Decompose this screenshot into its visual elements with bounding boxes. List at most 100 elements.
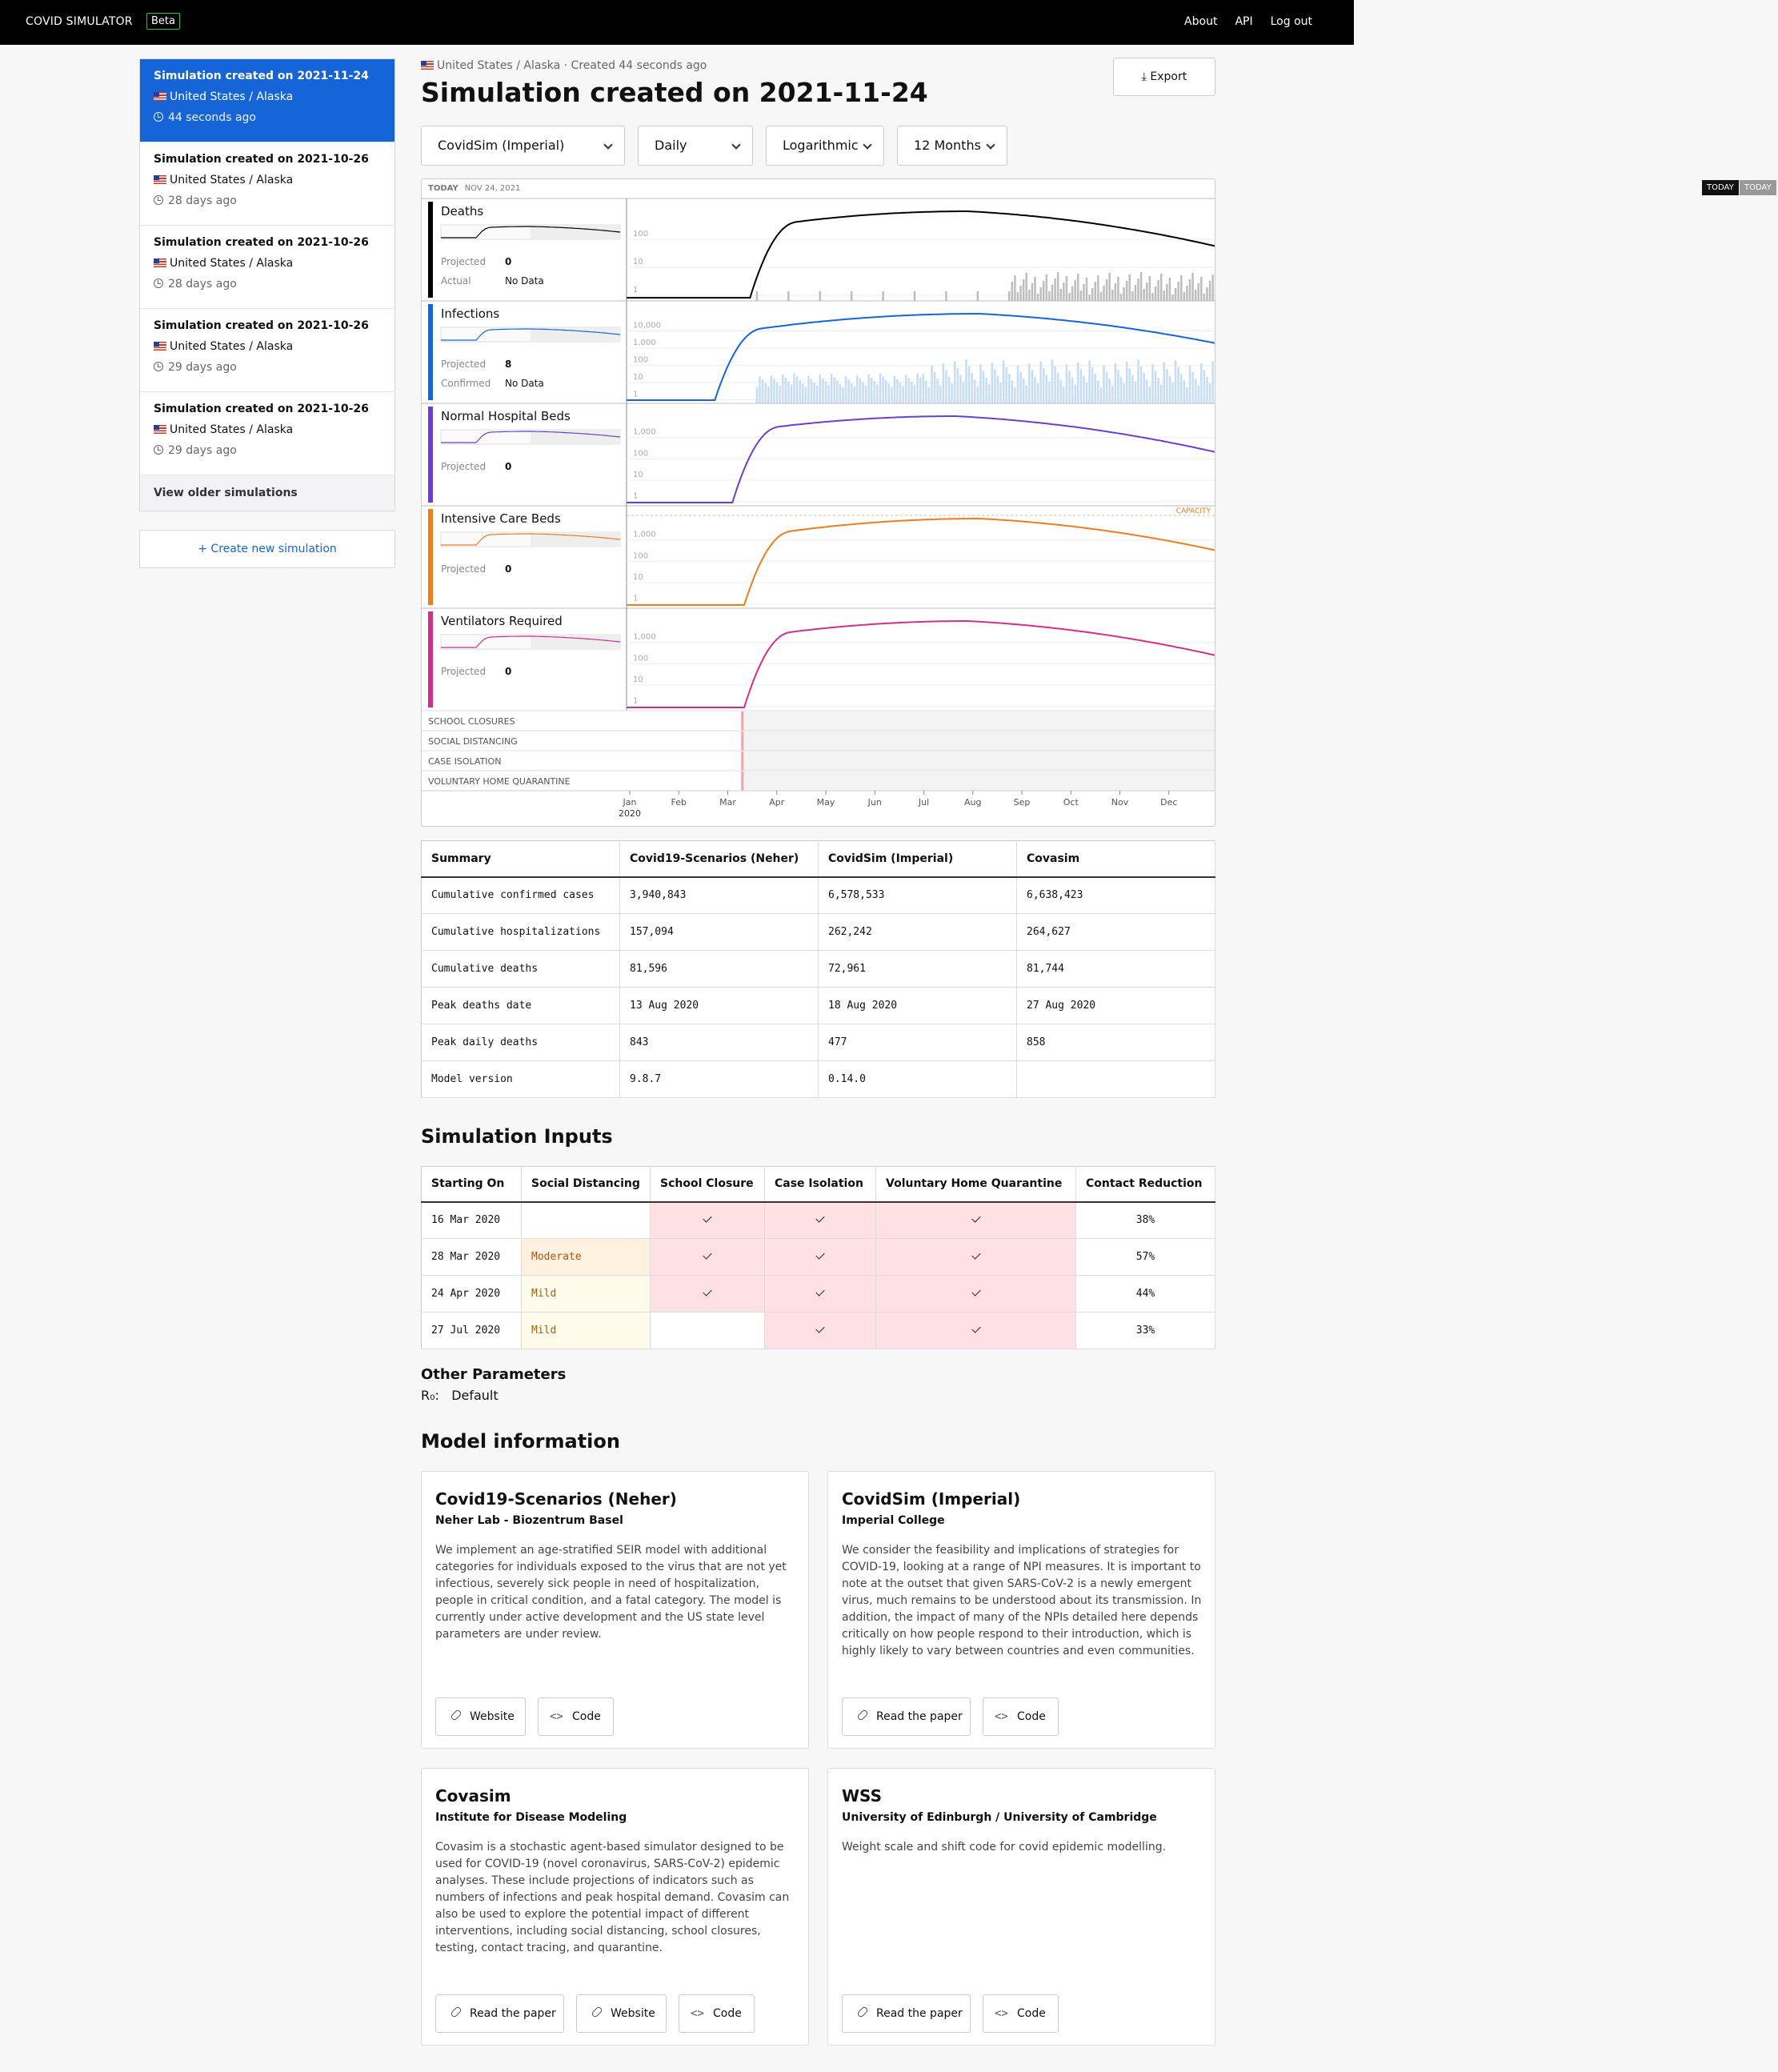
simulation-location: United States / Alaska	[170, 90, 294, 103]
simulation-item[interactable]: Simulation created on 2021-10-26 United …	[140, 226, 394, 309]
intervention-start	[741, 731, 744, 751]
daily-bar	[1065, 276, 1068, 301]
daily-bar	[1105, 371, 1108, 403]
nav-api-link[interactable]: API	[1235, 15, 1252, 28]
model-org: Institute for Disease Modeling	[435, 1811, 627, 1824]
daily-bar	[1151, 364, 1154, 403]
check-icon	[703, 1287, 712, 1297]
projection-chart[interactable]: DeathsProjected 0Actual No Data100101Infec…	[422, 179, 1215, 826]
y-tick-label: 1	[633, 595, 638, 603]
daily-bar	[1114, 363, 1117, 403]
daily-bar	[1091, 288, 1094, 301]
link-icon	[450, 1709, 463, 1721]
export-button[interactable]: ⤓ Export	[1113, 58, 1215, 96]
metric-label: Actual	[441, 275, 471, 287]
intervention-bar	[744, 711, 1215, 731]
chevron-down-icon	[863, 140, 872, 150]
read-paper-button[interactable]: Read the paper	[435, 1994, 564, 2033]
interval-select[interactable]: Daily	[638, 126, 753, 166]
nav-about-link[interactable]: About	[1184, 15, 1217, 28]
metric-label: Projected	[441, 256, 486, 267]
clock-icon	[154, 279, 163, 288]
summary-table: Summary Covid19-Scenarios (Neher) CovidS…	[421, 840, 1215, 1098]
daily-bar	[1186, 286, 1188, 301]
daily-bar	[1123, 287, 1125, 301]
simulation-item[interactable]: Simulation created on 2021-10-26 United …	[140, 392, 394, 475]
daily-bar	[1111, 385, 1114, 403]
daily-bar	[962, 381, 965, 403]
daily-bar	[1174, 288, 1177, 301]
simulation-title: Simulation created on 2021-10-26	[154, 319, 369, 332]
daily-bar	[1039, 361, 1042, 403]
daily-bar	[1034, 277, 1036, 301]
nav-logout-link[interactable]: Log out	[1271, 15, 1312, 28]
model-select[interactable]: CovidSim (Imperial)	[421, 126, 625, 166]
daily-bar	[1091, 367, 1094, 403]
x-year-label: 2020	[619, 808, 641, 819]
daily-bar	[976, 386, 979, 403]
daily-bar	[1163, 291, 1166, 301]
daily-bar	[807, 375, 810, 403]
website-button[interactable]: Website	[576, 1994, 667, 2033]
daily-bar	[1025, 273, 1028, 301]
daily-bar	[1143, 289, 1145, 301]
link-icon	[856, 1709, 869, 1721]
series-line	[627, 620, 1215, 708]
table-row: 24 Apr 2020 Mild 44%	[421, 1275, 1215, 1313]
chevron-down-icon	[731, 140, 741, 150]
table-row: Peak deaths date 13 Aug 2020 18 Aug 2020 27…	[421, 987, 1215, 1024]
check-icon	[971, 1213, 981, 1223]
table-row: Cumulative confirmed cases 3,940,843 6,578…	[421, 876, 1215, 914]
daily-bar	[994, 369, 996, 403]
simulation-inputs-title: Simulation Inputs	[421, 1125, 613, 1148]
daily-bar	[913, 291, 916, 301]
daily-bar	[905, 375, 907, 403]
code-button[interactable]: <> Code	[538, 1697, 614, 1736]
daily-bar	[1051, 359, 1054, 403]
simulation-time: 28 days ago	[168, 194, 237, 207]
link-icon	[856, 2006, 869, 2018]
simulation-location: United States / Alaska	[170, 174, 294, 186]
x-tick-label: Mar	[719, 797, 736, 808]
brand-logo[interactable]: COVID SIMULATOR	[26, 15, 133, 28]
check-icon	[971, 1324, 981, 1333]
simulation-item[interactable]: Simulation created on 2021-10-26 United …	[140, 142, 394, 226]
intervention-bar	[744, 771, 1215, 791]
r0-parameter: R₀: Default	[421, 1388, 499, 1403]
y-tick-label: 10,000	[633, 322, 661, 331]
other-parameters-title: Other Parameters	[421, 1366, 567, 1383]
daily-bar	[1085, 278, 1088, 301]
clock-icon	[154, 195, 163, 205]
daily-bar	[1117, 277, 1119, 301]
daily-bar	[1045, 275, 1048, 301]
code-button[interactable]: <> Code	[679, 1994, 755, 2033]
daily-bar	[1097, 380, 1099, 403]
daily-bar	[775, 382, 779, 403]
series-color-bar	[428, 304, 433, 400]
daily-bar	[1005, 367, 1007, 403]
simulation-item[interactable]: Simulation created on 2021-11-24 United …	[140, 59, 394, 142]
read-paper-button[interactable]: Read the paper	[842, 1697, 971, 1736]
simulation-item[interactable]: Simulation created on 2021-10-26 United …	[140, 309, 394, 392]
x-tick-label: Jan	[623, 797, 637, 808]
daily-bar	[1191, 371, 1194, 403]
daily-bar	[1099, 292, 1103, 301]
code-button[interactable]: <> Code	[983, 1994, 1059, 2033]
range-select[interactable]: 12 Months	[897, 126, 1007, 166]
model-name: Covasim	[435, 1786, 511, 1805]
simulation-list: Simulation created on 2021-11-24 United …	[139, 58, 395, 511]
daily-bar	[1159, 274, 1163, 301]
y-tick-label: 10	[633, 471, 643, 479]
daily-bar	[1099, 387, 1103, 403]
y-tick-label: 1	[633, 391, 638, 399]
create-simulation-button[interactable]: + Create new simulation	[139, 530, 395, 568]
daily-bar	[813, 383, 815, 403]
read-paper-button[interactable]: Read the paper	[842, 1994, 971, 2033]
view-older-simulations-button[interactable]: View older simulations	[140, 475, 394, 511]
intervention-start	[741, 751, 744, 771]
scale-select[interactable]: Logarithmic	[766, 126, 884, 166]
code-button[interactable]: <> Code	[983, 1697, 1059, 1736]
check-icon	[703, 1250, 712, 1260]
daily-bar	[819, 291, 822, 301]
website-button[interactable]: Website	[435, 1697, 526, 1736]
